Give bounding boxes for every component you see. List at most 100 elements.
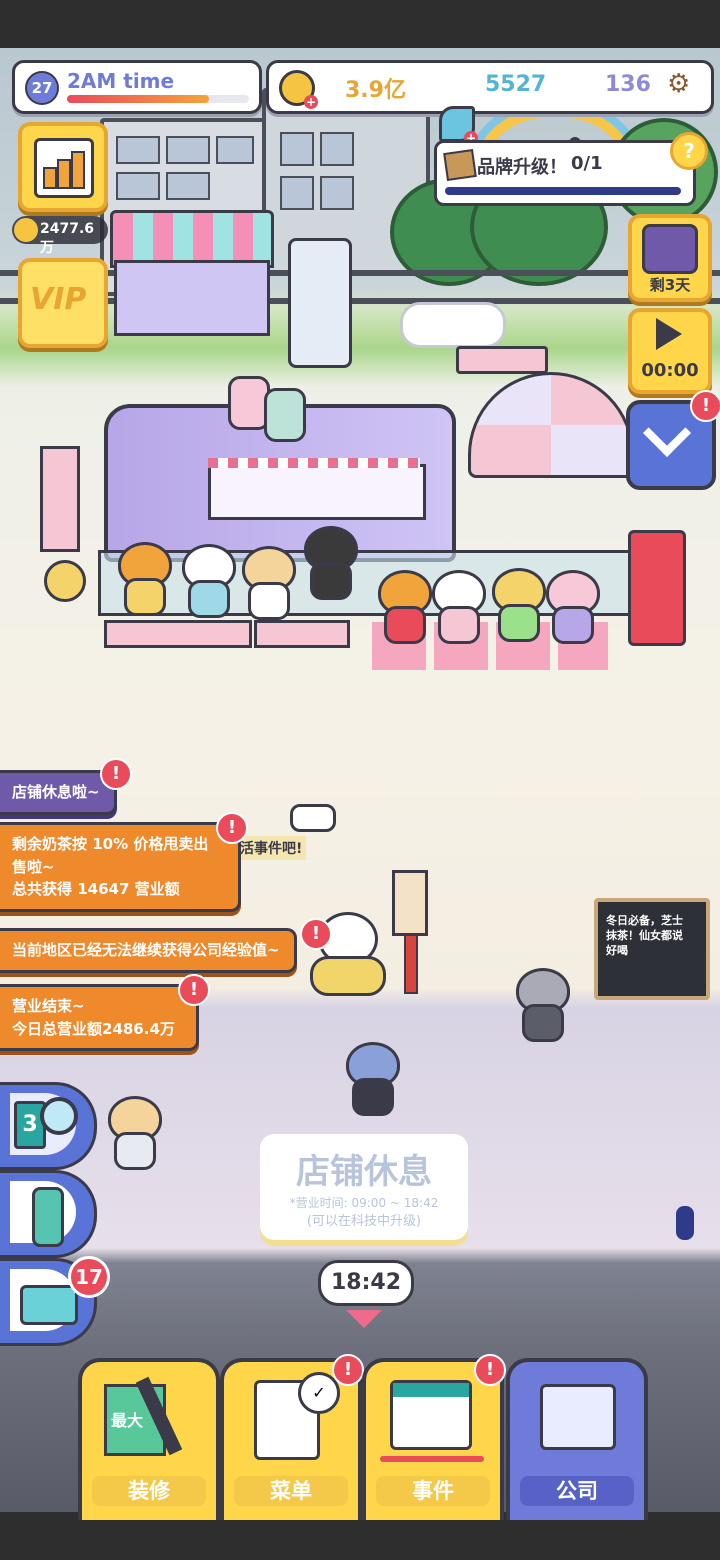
events-underline bbox=[380, 1456, 484, 1462]
chalkboard-sign[interactable]: 冬日必备，芝士 抹茶！仙女都说 好喝 bbox=[594, 898, 710, 1000]
event-days-left: 剩3天 bbox=[649, 276, 691, 294]
notification-tea-sale[interactable]: 剩余奶茶按 10% 价格甩卖出 售啦~ 总共获得 14647 营业额 bbox=[0, 822, 241, 912]
street-lamp bbox=[392, 870, 428, 994]
staff-cat[interactable] bbox=[178, 544, 236, 618]
notification-text: 剩余奶茶按 10% 价格甩卖出 bbox=[12, 835, 209, 853]
settings-gear-icon[interactable]: ⚙ bbox=[667, 69, 690, 99]
stats-chart-button[interactable] bbox=[18, 122, 108, 212]
alert-badge: ! bbox=[690, 390, 720, 422]
candy-cart[interactable] bbox=[114, 260, 270, 336]
cloud-decoration bbox=[400, 302, 506, 348]
vip-button[interactable]: VIP bbox=[18, 258, 108, 348]
currency-panel: + 3.9亿 + 5527 136 ⚙ bbox=[266, 60, 714, 186]
alert-badge: ! bbox=[100, 758, 132, 790]
shop-status-title: 店铺休息 bbox=[296, 1152, 432, 1192]
tab-label: 装修 bbox=[92, 1476, 206, 1506]
ad-timer: 00:00 bbox=[641, 360, 699, 381]
notification-business-end[interactable]: 营业结束~ 今日总营业额2486.4万 bbox=[0, 984, 199, 1051]
staff-cat[interactable] bbox=[238, 546, 296, 620]
fence bbox=[0, 270, 720, 276]
staff-cat[interactable] bbox=[428, 570, 486, 644]
chevron-down-icon bbox=[642, 408, 692, 458]
fence bbox=[0, 298, 720, 304]
search-tool-button[interactable]: 3 bbox=[0, 1082, 97, 1170]
scroll-icon bbox=[443, 149, 477, 181]
staff-cat[interactable] bbox=[300, 526, 358, 600]
knight-cat-customer[interactable] bbox=[512, 968, 570, 1042]
gold-amount: 3.9亿 bbox=[345, 78, 406, 103]
vending-machine[interactable] bbox=[288, 238, 352, 368]
tab-label: 菜单 bbox=[234, 1476, 348, 1506]
tab-company[interactable]: 公司 bbox=[506, 1358, 648, 1520]
street-bollard bbox=[676, 1206, 694, 1240]
business-hours: *营业时间: 09:00 ~ 18:42 bbox=[289, 1196, 439, 1210]
alert-badge: ! bbox=[300, 918, 332, 950]
notification-text: 总共获得 14647 营业额 bbox=[12, 880, 180, 898]
max-level-label: 最大 bbox=[111, 1411, 144, 1430]
calendar-icon bbox=[390, 1380, 472, 1450]
exp-bar bbox=[67, 95, 249, 103]
item-count-badge: 17 bbox=[68, 1256, 110, 1298]
alert-badge: ! bbox=[332, 1354, 364, 1386]
side-table bbox=[40, 446, 80, 552]
box-icon bbox=[20, 1285, 78, 1325]
chalkboard-line: 抹茶！仙女都说 bbox=[606, 928, 683, 942]
magnifier-icon bbox=[40, 1097, 78, 1135]
event-shop-button[interactable]: 剩3天 bbox=[628, 214, 712, 302]
player-name: 2AM time bbox=[67, 69, 175, 93]
alert-badge: ! bbox=[474, 1354, 506, 1386]
notification-text: 今日总营业额2486.4万 bbox=[12, 1019, 175, 1038]
income-rate-pill: 2477.6万 bbox=[12, 216, 108, 256]
shop-status-card: 店铺休息 *营业时间: 09:00 ~ 18:42 (可以在科技中升级) bbox=[260, 1134, 468, 1240]
drink-tool-button[interactable] bbox=[0, 1170, 97, 1258]
notification-no-exp[interactable]: 当前地区已经无法继续获得公司经验值~ bbox=[0, 928, 297, 973]
tab-label: 公司 bbox=[520, 1476, 634, 1506]
notification-text: 当前地区已经无法继续获得公司经验值~ bbox=[12, 941, 280, 959]
gem-icon[interactable]: + bbox=[439, 106, 478, 145]
player-panel[interactable]: 27 2AM time bbox=[12, 60, 262, 114]
system-status-bar bbox=[0, 0, 720, 48]
game-clock: 18:42 bbox=[318, 1260, 414, 1306]
vip-label: VIP bbox=[30, 282, 87, 317]
clock-pointer-icon bbox=[346, 1310, 382, 1328]
shopping-bag-icon bbox=[642, 224, 698, 274]
gold-coin-icon[interactable]: + bbox=[279, 70, 318, 109]
staff-cat[interactable] bbox=[488, 568, 546, 642]
play-icon bbox=[656, 318, 682, 350]
bar-chart-icon bbox=[34, 138, 94, 198]
tab-decoration[interactable]: 最大 装修 bbox=[78, 1358, 220, 1520]
coin-arrow-icon bbox=[14, 218, 38, 242]
tumbler-icon bbox=[32, 1187, 64, 1247]
level-badge: 27 bbox=[25, 71, 59, 105]
alert-badge: ! bbox=[216, 812, 248, 844]
alert-badge: ! bbox=[178, 974, 210, 1006]
brand-upgrade-panel[interactable]: 品牌升级！ 0/1 bbox=[434, 140, 696, 206]
help-icon[interactable]: ? bbox=[670, 132, 708, 170]
staff-cat[interactable] bbox=[542, 570, 600, 644]
bench bbox=[456, 346, 548, 374]
hand-pointer-icon bbox=[290, 804, 336, 832]
staff-cat[interactable] bbox=[114, 542, 172, 616]
brand-progress-bar bbox=[445, 187, 681, 195]
income-rate-value: 2477.6万 bbox=[40, 221, 95, 256]
notification-shop-closed[interactable]: 店铺休息啦~ bbox=[0, 770, 117, 815]
notification-text: 店铺休息啦~ bbox=[12, 783, 100, 801]
gem-amount: 5527 bbox=[485, 72, 547, 97]
drink-fridge[interactable] bbox=[628, 530, 686, 646]
brand-upgrade-progress: 0/1 bbox=[571, 153, 603, 174]
counter-bench bbox=[104, 620, 252, 648]
cat-customer[interactable] bbox=[104, 1096, 162, 1170]
brand-upgrade-label: 品牌升级！ bbox=[477, 157, 567, 178]
notification-text: 售啦~ bbox=[12, 857, 55, 876]
staff-cat[interactable] bbox=[374, 570, 432, 644]
lucky-cat-sign bbox=[44, 560, 86, 602]
chalkboard-line: 好喝 bbox=[606, 943, 628, 957]
counter-bench bbox=[254, 620, 350, 648]
tab-label: 事件 bbox=[376, 1476, 490, 1506]
crystal-amount: 136 bbox=[605, 72, 651, 97]
watch-ad-button[interactable]: 00:00 bbox=[628, 308, 712, 394]
patio-umbrella bbox=[468, 372, 634, 478]
drink-sign bbox=[264, 388, 306, 442]
maid-cat-customer[interactable] bbox=[342, 1042, 400, 1116]
notification-text: 营业结束~ bbox=[12, 997, 85, 1015]
